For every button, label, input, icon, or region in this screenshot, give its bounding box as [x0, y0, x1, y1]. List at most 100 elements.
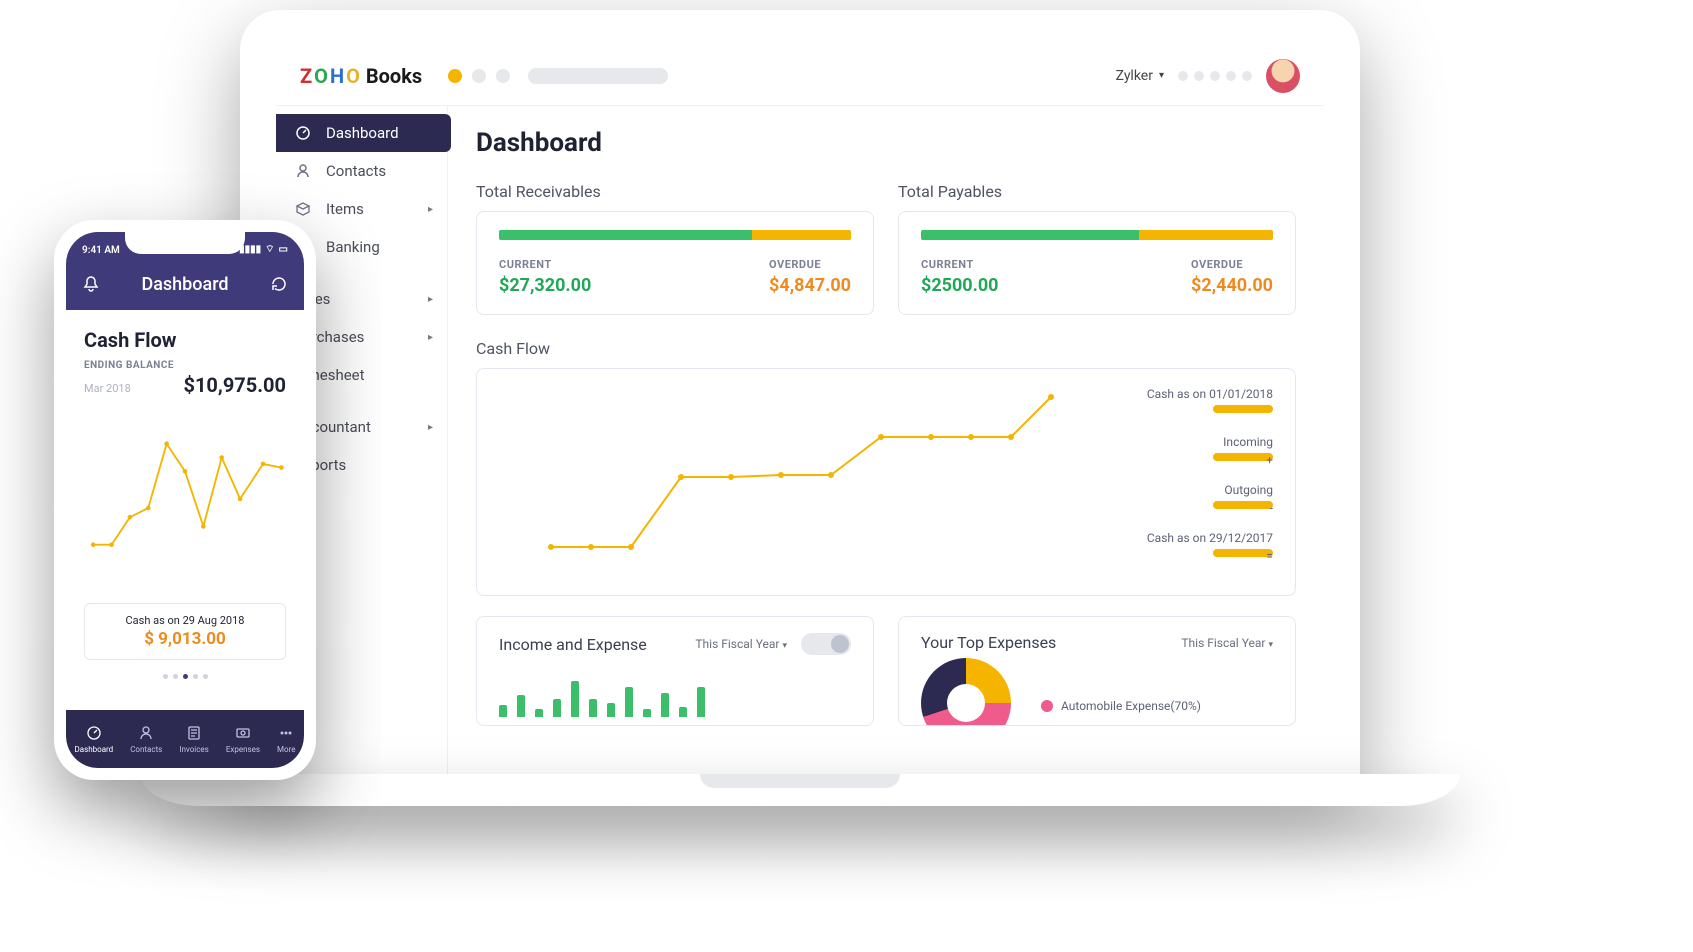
- phone-tab-invoices[interactable]: Invoices: [179, 724, 208, 754]
- payables-current-value: $2500.00: [921, 275, 999, 296]
- refresh-icon[interactable]: [270, 275, 288, 293]
- mobile-cashflow-title: Cash Flow: [84, 328, 286, 352]
- sidebar-item-label: Banking: [326, 238, 380, 256]
- mobile-page-indicator: [84, 674, 286, 679]
- avatar[interactable]: [1266, 59, 1300, 93]
- top-expenses-period-dropdown[interactable]: This Fiscal Year ▾: [1181, 636, 1273, 650]
- expenses-icon: [234, 724, 252, 742]
- chevron-right-icon: ▸: [428, 332, 433, 343]
- tab-pill[interactable]: [528, 68, 668, 84]
- legend-cash-end-date: 29/12/2017: [1209, 531, 1273, 545]
- income-expense-period-dropdown[interactable]: This Fiscal Year ▾: [695, 637, 787, 651]
- payables-overdue-label: OVERDUE: [1191, 258, 1273, 271]
- top-expenses-legend-item: Automobile Expense(70%): [1041, 699, 1201, 713]
- payables-current-label: CURRENT: [921, 258, 999, 271]
- phone-screen: 9:41 AM ▮▮▮▮ ⌔ ▭ Dashboard Cash Flow END…: [66, 232, 304, 768]
- cashflow-title: Cash Flow: [476, 339, 1296, 358]
- income-expense-title: Income and Expense: [499, 635, 647, 654]
- receivables-current-value: $27,320.00: [499, 275, 591, 296]
- top-expenses-card: Your Top Expenses This Fiscal Year ▾ Aut…: [898, 616, 1296, 726]
- tab-dot[interactable]: [496, 69, 510, 83]
- legend-cash-start-label: Cash as on: [1147, 387, 1206, 401]
- window-tabs: [448, 68, 668, 84]
- sidebar-item-dashboard[interactable]: Dashboard: [276, 114, 451, 152]
- cashflow-legend: Cash as on 01/01/2018 Incoming Outgoing: [1123, 387, 1273, 577]
- org-name: Zylker: [1116, 68, 1153, 84]
- phone-tab-label: Dashboard: [75, 745, 114, 754]
- bell-icon[interactable]: [82, 275, 100, 293]
- phone-tab-label: Expenses: [226, 745, 260, 754]
- phone-tabbar: Dashboard Contacts Invoices Expenses Mor…: [66, 710, 304, 768]
- org-switcher[interactable]: Zylker ▾: [1116, 68, 1164, 84]
- legend-cash-end-label: Cash as on: [1147, 531, 1206, 545]
- sidebar-item-items[interactable]: Items ▸: [276, 190, 447, 228]
- top-expense-item-label: Automobile Expense(70%): [1061, 699, 1201, 713]
- income-expense-bars: [499, 667, 851, 717]
- sidebar-item-label: Items: [326, 200, 364, 218]
- phone-tab-more[interactable]: More: [277, 724, 295, 754]
- chevron-down-icon: ▾: [1268, 640, 1273, 650]
- contacts-icon: [294, 162, 312, 180]
- mobile-cashflow-chart: [84, 407, 286, 597]
- sidebar-item-contacts[interactable]: Contacts: [276, 152, 447, 190]
- cashflow-card: Cash as on 01/01/2018 Incoming Outgoing: [476, 368, 1296, 596]
- income-expense-toggle[interactable]: [801, 633, 851, 655]
- mobile-ending-balance-value: $10,975.00: [183, 373, 286, 397]
- laptop-base: [140, 774, 1460, 806]
- receivables-overdue-label: OVERDUE: [769, 258, 851, 271]
- sidebar-item-label: Dashboard: [326, 124, 399, 142]
- chevron-right-icon: ▸: [428, 294, 433, 305]
- topbar: ZOHO Books Zylker ▾: [276, 46, 1324, 106]
- receivables-card: CURRENT $27,320.00 OVERDUE $4,847.00: [476, 211, 874, 315]
- sidebar-item-label: Contacts: [326, 162, 386, 180]
- phone-header: Dashboard: [66, 258, 304, 310]
- mobile-cash-as-on-value: $ 9,013.00: [95, 629, 275, 649]
- payables-overdue-value: $2,440.00: [1191, 275, 1273, 296]
- receivables-overdue-value: $4,847.00: [769, 275, 851, 296]
- dashboard-icon: [294, 124, 312, 142]
- chevron-right-icon: ▸: [428, 422, 433, 433]
- receivables-title: Total Receivables: [476, 182, 874, 201]
- invoices-icon: [185, 724, 203, 742]
- laptop-frame: ZOHO Books Zylker ▾: [240, 10, 1360, 780]
- legend-incoming: Incoming: [1223, 435, 1273, 449]
- phone-body: Cash Flow ENDING BALANCE Mar 2018 $10,97…: [66, 310, 304, 691]
- phone-tab-label: More: [277, 745, 295, 754]
- battery-icon: ▭: [279, 244, 288, 255]
- wifi-icon: ⌔: [265, 243, 274, 256]
- cashflow-chart: [499, 387, 1103, 577]
- laptop-trackpad-notch: [700, 774, 900, 788]
- mobile-cash-as-on-label: Cash as on 29 Aug 2018: [95, 614, 275, 627]
- items-icon: [294, 200, 312, 218]
- legend-outgoing: Outgoing: [1224, 483, 1273, 497]
- brand-name: Books: [366, 64, 422, 88]
- phone-tab-contacts[interactable]: Contacts: [130, 724, 162, 754]
- status-time: 9:41 AM: [82, 245, 120, 256]
- phone-tab-label: Invoices: [179, 745, 208, 754]
- chevron-down-icon: ▾: [782, 641, 787, 651]
- tab-dot[interactable]: [472, 69, 486, 83]
- chevron-down-icon: ▾: [1159, 70, 1164, 81]
- top-expenses-pie: [921, 658, 1011, 726]
- phone-tab-label: Contacts: [130, 745, 162, 754]
- phone-header-title: Dashboard: [141, 274, 228, 295]
- payables-progress: [921, 230, 1273, 240]
- income-expense-card: Income and Expense This Fiscal Year ▾: [476, 616, 874, 726]
- receivables-progress: [499, 230, 851, 240]
- contacts-icon: [137, 724, 155, 742]
- tab-dot-active[interactable]: [448, 69, 462, 83]
- laptop-screen: ZOHO Books Zylker ▾: [276, 46, 1324, 780]
- dashboard-icon: [85, 724, 103, 742]
- legend-cash-start-date: 01/01/2018: [1209, 387, 1273, 401]
- page-title: Dashboard: [476, 128, 1296, 158]
- header-placeholder-dots: [1178, 71, 1252, 81]
- mobile-ending-balance-label: ENDING BALANCE: [84, 360, 286, 371]
- phone-tab-dashboard[interactable]: Dashboard: [75, 724, 114, 754]
- mobile-cash-as-on-box: Cash as on 29 Aug 2018 $ 9,013.00: [84, 603, 286, 660]
- legend-dot-icon: [1041, 700, 1053, 712]
- phone-tab-expenses[interactable]: Expenses: [226, 724, 260, 754]
- chevron-right-icon: ▸: [428, 204, 433, 215]
- top-expenses-title: Your Top Expenses: [921, 633, 1056, 652]
- phone-frame: 9:41 AM ▮▮▮▮ ⌔ ▭ Dashboard Cash Flow END…: [54, 220, 316, 780]
- mobile-ending-balance-date: Mar 2018: [84, 382, 131, 395]
